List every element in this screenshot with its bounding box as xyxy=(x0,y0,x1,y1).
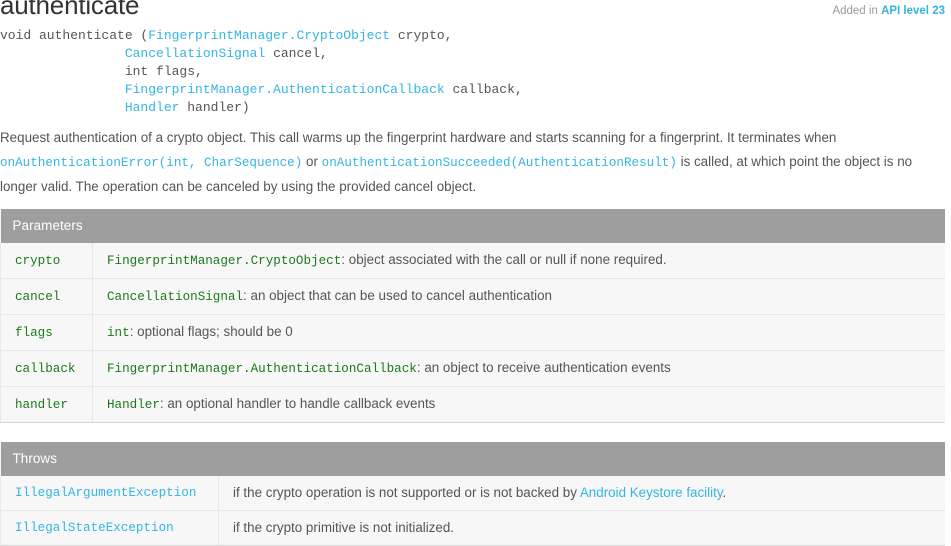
parameter-description-cell: CancellationSignal: an object that can b… xyxy=(92,278,945,315)
parameter-type: FingerprintManager.AuthenticationCallbac… xyxy=(107,362,417,376)
description-method-link[interactable]: onAuthenticationSucceeded(Authentication… xyxy=(322,156,677,170)
table-row: cancel CancellationSignal: an object that… xyxy=(0,278,945,315)
parameter-description-cell: int: optional flags; should be 0 xyxy=(92,314,945,351)
parameter-type: CancellationSignal xyxy=(107,290,244,304)
table-row: crypto FingerprintManager.CryptoObject: o… xyxy=(0,243,945,279)
parameters-table: Parameters crypto FingerprintManager.Cryp… xyxy=(0,209,945,423)
parameter-name: crypto xyxy=(0,243,93,279)
exception-description-cell: if the crypto operation is not supported… xyxy=(218,476,945,511)
throws-heading: Throws xyxy=(0,442,945,476)
parameter-separator: : xyxy=(243,288,251,303)
exception-name-link[interactable]: IllegalStateException xyxy=(0,510,219,546)
exception-description-text: if the crypto primitive is not initializ… xyxy=(233,520,455,535)
description-method-link[interactable]: onAuthenticationError(int, CharSequence) xyxy=(0,156,302,170)
parameter-description-cell: FingerprintManager.CryptoObject: object … xyxy=(92,243,945,279)
signature-type-link[interactable]: FingerprintManager.AuthenticationCallbac… xyxy=(125,82,445,97)
throws-table-body: Throws IllegalArgumentException if the cr… xyxy=(0,442,945,546)
description-text: Request authentication of a crypto objec… xyxy=(0,130,837,145)
parameter-type: int xyxy=(107,326,130,340)
throws-table: Throws IllegalArgumentException if the cr… xyxy=(0,442,945,546)
exception-description-cell: if the crypto primitive is not initializ… xyxy=(218,510,945,546)
parameter-type: Handler xyxy=(107,398,160,412)
throws-table-header-row: Throws xyxy=(0,442,945,476)
method-description: Request authentication of a crypto objec… xyxy=(0,126,945,199)
signature-text: void authenticate ( xyxy=(0,28,149,43)
signature-text: cancel, xyxy=(265,46,336,61)
parameter-description: an optional handler to handle callback e… xyxy=(167,396,436,411)
parameters-heading: Parameters xyxy=(0,209,945,243)
parameters-table-body: Parameters crypto FingerprintManager.Cryp… xyxy=(0,209,945,423)
parameter-name: callback xyxy=(0,350,93,387)
api-reference-member-page: Added in API level 23 authenticate void … xyxy=(0,0,951,546)
parameters-table-header-row: Parameters xyxy=(0,209,945,243)
signature-text: handler) xyxy=(179,100,250,115)
signature-text xyxy=(0,46,125,61)
parameter-description: an object to receive authentication even… xyxy=(424,360,671,375)
signature-type-link[interactable]: CancellationSignal xyxy=(125,46,265,61)
signature-text: int flags, xyxy=(0,64,211,79)
parameter-description: an object that can be used to cancel aut… xyxy=(250,288,553,303)
exception-description-text: if the crypto operation is not supported… xyxy=(233,485,580,500)
exception-description-suffix: . xyxy=(722,485,727,500)
table-row: IllegalStateException if the crypto primi… xyxy=(0,510,945,546)
parameter-description-cell: FingerprintManager.AuthenticationCallbac… xyxy=(92,350,945,387)
description-text: or xyxy=(302,154,322,169)
table-row: flags int: optional flags; should be 0 xyxy=(0,314,945,351)
table-row: callback FingerprintManager.Authenticatio… xyxy=(0,350,945,387)
parameter-name: cancel xyxy=(0,278,93,315)
parameter-type: FingerprintManager.CryptoObject xyxy=(107,254,342,268)
parameter-name: flags xyxy=(0,314,93,351)
parameter-description-cell: Handler: an optional handler to handle c… xyxy=(92,386,945,423)
signature-text: crypto, xyxy=(390,28,461,43)
method-signature: void authenticate (FingerprintManager.Cr… xyxy=(0,27,951,117)
table-row: IllegalArgumentException if the crypto op… xyxy=(0,476,945,511)
signature-type-link[interactable]: Handler xyxy=(125,100,180,115)
exception-name-link[interactable]: IllegalArgumentException xyxy=(0,476,219,511)
parameter-separator: : xyxy=(341,252,349,267)
signature-text xyxy=(0,100,125,115)
parameter-description: optional flags; should be 0 xyxy=(137,324,293,339)
spacer-above-throws xyxy=(0,423,951,442)
signature-text xyxy=(0,82,125,97)
keystore-facility-link[interactable]: Android Keystore facility xyxy=(580,485,723,500)
signature-text: callback, xyxy=(444,82,531,97)
table-row: handler Handler: an optional handler to h… xyxy=(0,386,945,423)
signature-type-link[interactable]: FingerprintManager.CryptoObject xyxy=(148,28,390,43)
parameter-name: handler xyxy=(0,386,93,423)
page-title: authenticate xyxy=(0,0,140,20)
parameter-description: object associated with the call or null … xyxy=(348,252,667,267)
